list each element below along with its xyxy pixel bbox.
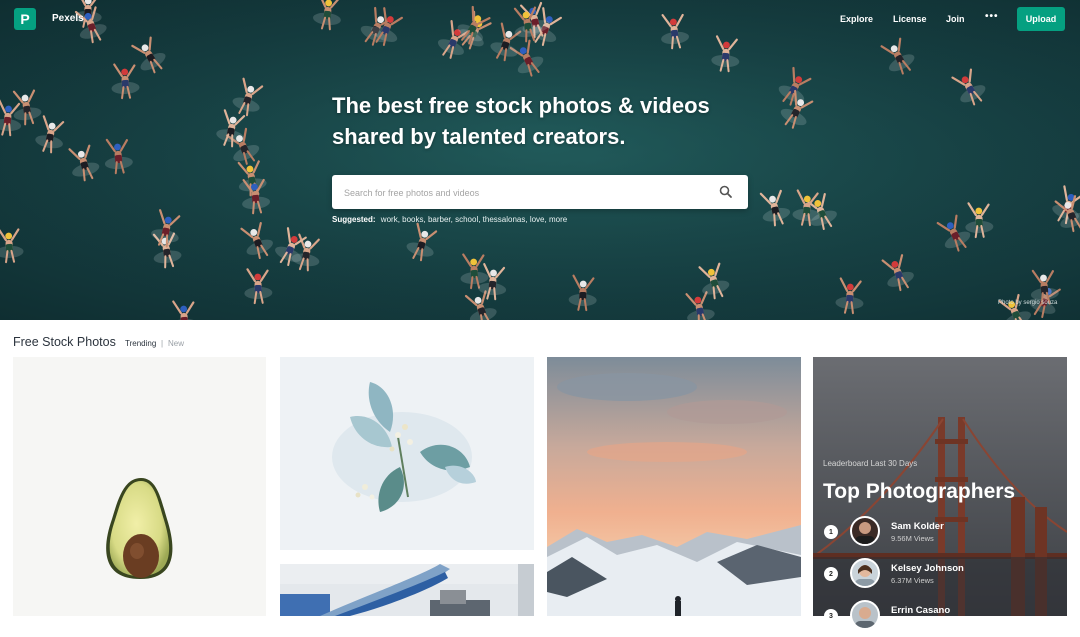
office-photo [280, 564, 534, 616]
avatar[interactable] [850, 516, 880, 546]
tab-new[interactable]: New [168, 339, 184, 348]
hero-swimmers-image [0, 0, 1080, 320]
suggested-term[interactable]: thessalonas [483, 215, 526, 224]
upload-button[interactable]: Upload [1017, 7, 1065, 31]
leaderboard-entry[interactable]: 1 Sam Kolder 9.56M Views [823, 513, 1067, 553]
pexels-logo-icon[interactable]: P [14, 8, 36, 30]
leaderboard-entry[interactable]: 3 Errin Casano [823, 597, 1067, 637]
top-nav: P Pexels Explore License Join ••• Upload [0, 0, 1080, 38]
photographer-views: 6.37M Views [891, 576, 934, 585]
photo-tile-avocado[interactable] [13, 357, 266, 616]
leaderboard-entry[interactable]: 2 Kelsey Johnson 6.37M Views [823, 555, 1067, 595]
search-icon[interactable] [718, 184, 734, 200]
photographer-name[interactable]: Errin Casano [891, 605, 950, 616]
rank-badge: 2 [824, 567, 838, 581]
suggested-label: Suggested: [332, 215, 376, 224]
suggested-searches: Suggested: work, books, barber, school, … [332, 215, 568, 224]
hero-headline: The best free stock photos & videos shar… [332, 90, 772, 152]
avatar[interactable] [850, 600, 880, 630]
avocado-photo [106, 478, 173, 579]
photographer-name[interactable]: Kelsey Johnson [891, 563, 964, 574]
suggested-term[interactable]: barber [428, 215, 451, 224]
photo-tile-snow-mountain[interactable] [547, 357, 801, 616]
rank-badge: 1 [824, 525, 838, 539]
nav-explore-link[interactable]: Explore [840, 14, 873, 24]
photo-credit[interactable]: Photo by sergio souza [998, 300, 1057, 306]
avatar[interactable] [850, 558, 880, 588]
headline-line-2: shared by talented creators. [332, 124, 626, 149]
rank-badge: 3 [824, 609, 838, 623]
nav-license-link[interactable]: License [893, 14, 927, 24]
headline-line-1: The best free stock photos & videos [332, 93, 710, 118]
photo-tile-office[interactable] [280, 564, 534, 616]
suggested-term[interactable]: more [549, 215, 567, 224]
photographer-views: 9.56M Views [891, 534, 934, 543]
brand-name[interactable]: Pexels [52, 13, 84, 24]
nav-join-link[interactable]: Join [946, 14, 965, 24]
tab-trending[interactable]: Trending [125, 339, 156, 348]
leaderboard-subtitle: Leaderboard Last 30 Days [823, 459, 918, 468]
tab-separator: | [161, 339, 164, 348]
flowers-photo [332, 382, 476, 512]
suggested-term[interactable]: love [530, 215, 545, 224]
snow-mountain-photo [547, 357, 801, 616]
photographer-name[interactable]: Sam Kolder [891, 521, 944, 532]
photo-tile-flowers[interactable] [280, 357, 534, 550]
leaderboard-title[interactable]: Top Photographers [823, 480, 1015, 504]
suggested-term[interactable]: school [455, 215, 478, 224]
more-menu-icon[interactable]: ••• [985, 11, 999, 22]
suggested-term[interactable]: work [381, 215, 398, 224]
hero-banner: P Pexels Explore License Join ••• Upload… [0, 0, 1080, 320]
search-bar [332, 175, 748, 209]
search-input[interactable] [342, 184, 706, 202]
suggested-term[interactable]: books [402, 215, 423, 224]
section-title: Free Stock Photos [13, 335, 116, 349]
